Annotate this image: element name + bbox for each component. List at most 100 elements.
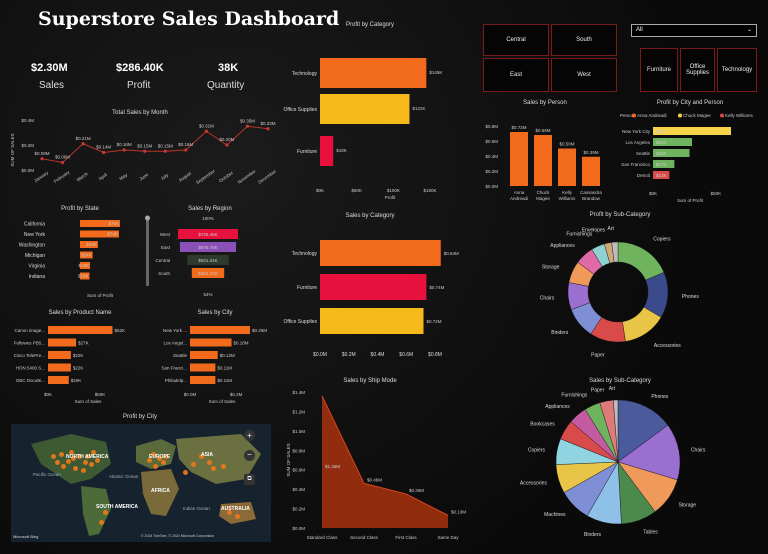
month-data-label: $0.16M [178, 142, 193, 147]
product-xlabel: Sum of Sales [75, 399, 103, 404]
ship-value: $0.46M [367, 477, 382, 482]
map-city-marker[interactable] [89, 462, 94, 467]
person-label: Cassandra [580, 190, 602, 195]
sales-subcat-label: Copiers [528, 447, 546, 453]
map-city-marker[interactable] [191, 462, 196, 467]
map-label-north-america: NORTH AMERICA [66, 454, 109, 460]
ship-value: $0.13M [451, 509, 466, 514]
month-data-label: $0.21M [76, 136, 91, 141]
state-label: California [24, 222, 45, 228]
zoom-in-icon[interactable]: + [244, 430, 255, 441]
city-person-tick: $0K [649, 191, 657, 196]
map-label-south-america: SOUTH AMERICA [96, 504, 139, 510]
city-value: $0.18M [234, 341, 249, 346]
profit-subcat-label: Phones [682, 294, 699, 300]
ship-x-tick: Second Class [350, 535, 379, 540]
sales-category-value: $0.74M [429, 285, 444, 290]
map-layers-icon[interactable]: ⧉ [244, 474, 255, 485]
map-city-marker[interactable] [207, 460, 212, 465]
sales-subcat-label: Chairs [691, 447, 706, 453]
person-label: Magee [536, 196, 550, 201]
map-city-marker[interactable] [73, 466, 78, 471]
map-city-marker[interactable] [103, 510, 108, 515]
zoom-out-icon[interactable]: − [244, 450, 255, 461]
ship-x-tick: First Class [395, 535, 417, 540]
city-person-label: Los Angeles [625, 140, 650, 145]
map-city-marker[interactable] [61, 464, 66, 469]
ship-y-tick: $1.4M [292, 390, 305, 395]
product-bar [48, 338, 77, 347]
state-label: Virginia [28, 264, 45, 270]
region-label: East [161, 245, 171, 250]
city-label: Los Angel... [163, 341, 187, 346]
ship-value: $0.35M [409, 488, 424, 493]
sales-category-tick: $0.0M [313, 352, 327, 358]
range-slider-track [146, 218, 149, 286]
map-city-marker[interactable] [161, 460, 166, 465]
world-map[interactable]: NORTH AMERICA EUROPE ASIA AFRICA SOUTH A… [11, 424, 271, 542]
map-city-marker[interactable] [59, 452, 64, 457]
map-city-marker[interactable] [211, 466, 216, 471]
ship-value: $1.36M [325, 464, 340, 469]
month-x-tick: July [160, 172, 170, 181]
product-value: $62K [114, 328, 125, 333]
person-y-tick: $0.6M [485, 139, 498, 144]
map-city-marker[interactable] [83, 460, 88, 465]
map-city-marker[interactable] [153, 464, 158, 469]
legend-label: Anna Andreadi [637, 113, 667, 118]
person-value: $0.72M [511, 125, 526, 130]
city-xlabel: Sum of Sales [209, 399, 237, 404]
profit-category-label: Furniture [297, 149, 317, 155]
month-x-tick: November [237, 168, 257, 184]
map-city-marker[interactable] [55, 460, 60, 465]
month-point [143, 149, 147, 153]
month-data-label: $0.31M [199, 123, 214, 128]
map-landmass [31, 434, 261, 536]
city-bar [190, 338, 232, 347]
map-label-pacific: Pacific Ocean [33, 472, 61, 477]
product-tick: $0K [44, 392, 52, 397]
map-city-marker[interactable] [99, 520, 104, 525]
profit-category-label: Technology [292, 71, 318, 77]
profit-subcat-label: Paper [591, 353, 605, 359]
month-y-axis-label: SUM OF SALES [10, 133, 15, 166]
month-data-label: $0.33M [260, 121, 275, 126]
city-person-value: $13K [656, 173, 667, 178]
profit-category-label: Office Supplies [283, 107, 317, 113]
map-city-marker[interactable] [221, 464, 226, 469]
person-label: Williams [559, 196, 576, 201]
legend-label: Chuck Magee [683, 113, 711, 118]
sales-subcat-label: Binders [584, 532, 601, 538]
month-series-line [41, 125, 269, 164]
region-value: $501.24K [198, 258, 217, 263]
city-bar [190, 351, 218, 359]
region-value: $678.78K [198, 245, 217, 250]
product-label: Cisco TelePre... [14, 353, 45, 358]
state-value: $76K [108, 221, 119, 226]
map-brand: Microsoft Bing [13, 534, 39, 539]
month-point [184, 148, 188, 152]
region-value: $391.72K [198, 271, 217, 276]
state-value: $18K [78, 274, 89, 279]
city-value: $0.12M [220, 353, 235, 358]
month-x-tick: June [138, 172, 149, 182]
person-value: $0.39M [583, 150, 598, 155]
map-city-marker[interactable] [235, 514, 240, 519]
sales-category-label: Furniture [297, 285, 317, 291]
map-city-marker[interactable] [51, 454, 56, 459]
person-label: Anna [514, 190, 525, 195]
city-label: New York ... [163, 328, 187, 333]
ship-y-tick: $0.0M [292, 526, 305, 531]
month-point [245, 124, 250, 128]
state-label: Washington [19, 243, 45, 249]
sales-category-value: $0.84M [444, 251, 459, 256]
map-city-marker[interactable] [81, 468, 86, 473]
profit-category-value: $122K [412, 106, 425, 111]
month-y-tick: $0.2M [21, 143, 34, 148]
ship-y-tick: $1.0M [292, 429, 305, 434]
product-bar [48, 351, 71, 359]
person-y-tick: $0.0M [485, 184, 498, 189]
month-point [81, 142, 85, 146]
map-city-marker[interactable] [183, 470, 188, 475]
month-data-label: $0.06M [55, 155, 70, 160]
